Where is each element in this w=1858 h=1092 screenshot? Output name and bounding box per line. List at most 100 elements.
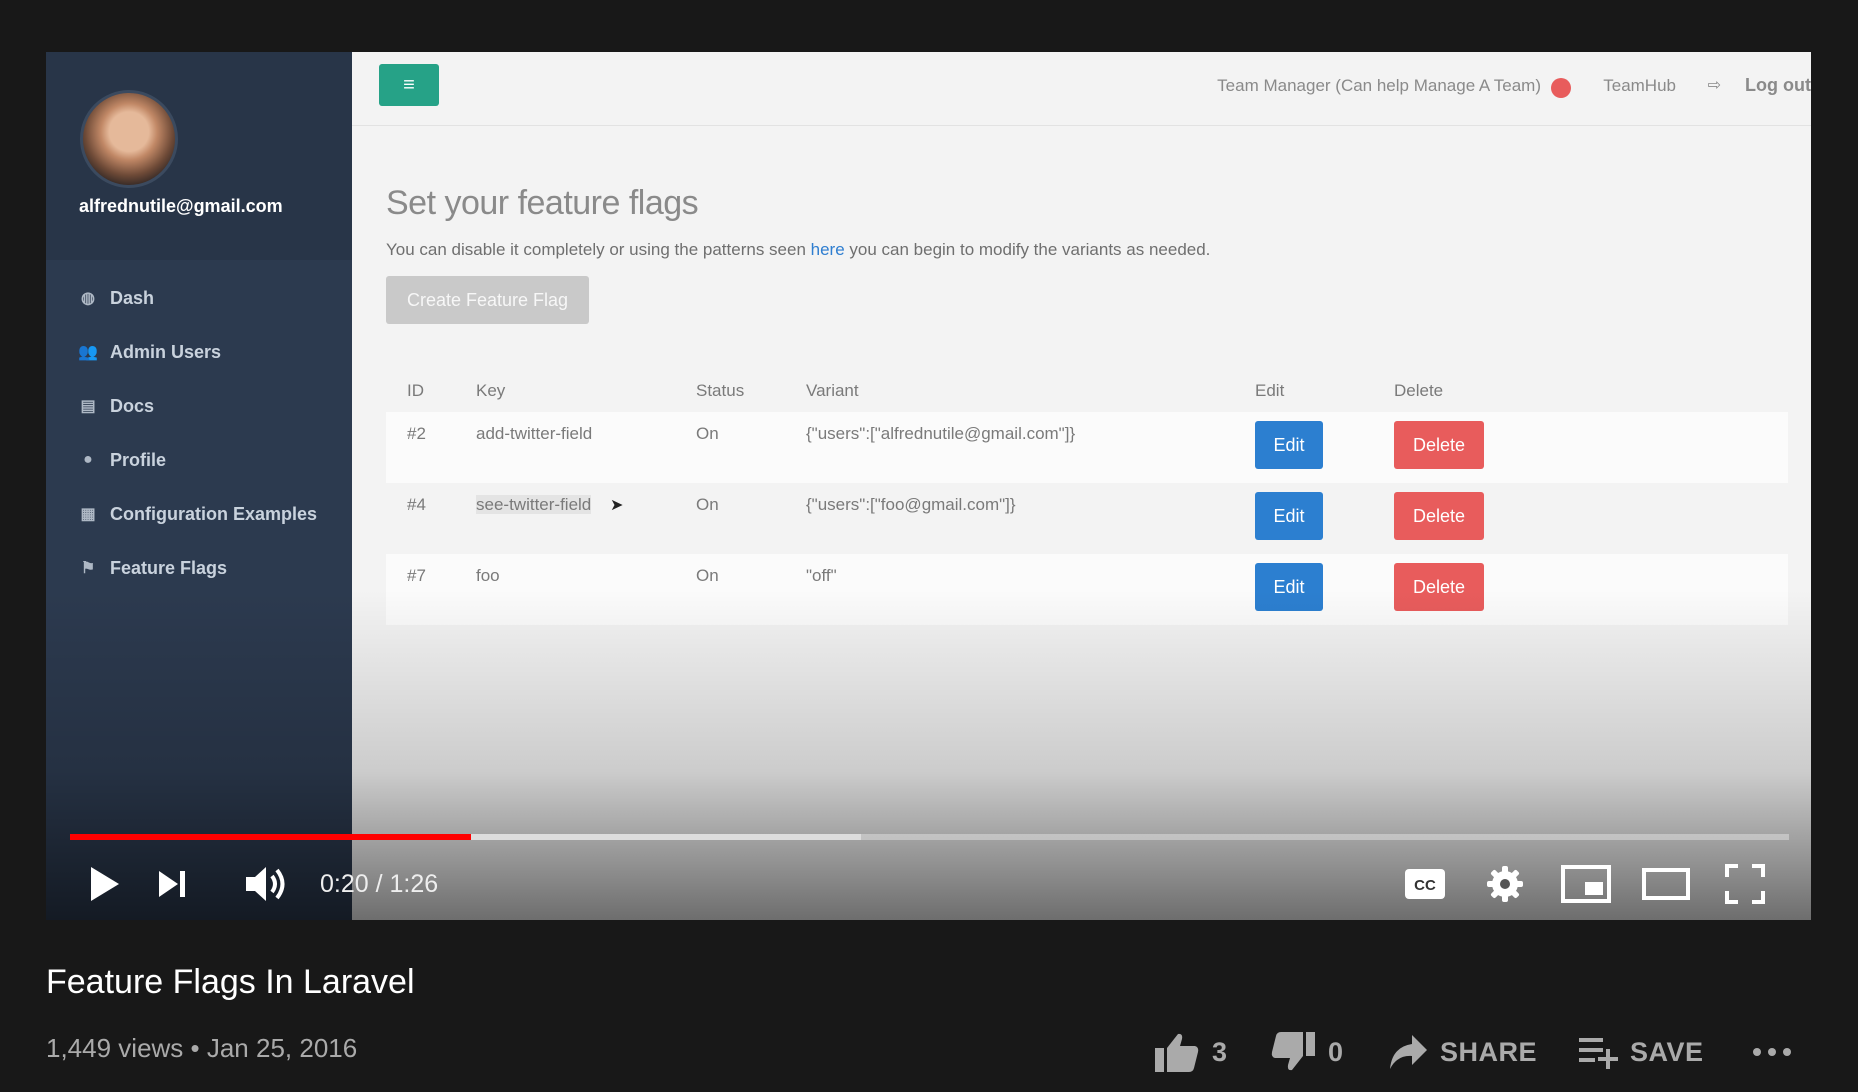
- delete-button[interactable]: Delete: [1394, 421, 1484, 469]
- settings-button[interactable]: [1481, 860, 1529, 908]
- mouse-cursor-icon: ➤: [610, 497, 624, 514]
- cell-key: foo: [476, 554, 696, 625]
- fullscreen-button[interactable]: [1722, 860, 1768, 908]
- cell-key: add-twitter-field: [476, 412, 696, 483]
- more-horizontal-icon: [1753, 1048, 1791, 1056]
- sidebar-item-profile[interactable]: ● Profile: [78, 440, 166, 480]
- user-role: Team Manager (Can help Manage A Team): [1217, 76, 1541, 95]
- gear-icon: [1487, 866, 1523, 902]
- column-header-status: Status: [696, 381, 745, 400]
- play-icon: [91, 867, 119, 901]
- miniplayer-icon: [1561, 865, 1611, 903]
- cell-status: On: [696, 554, 806, 625]
- cell-edit: Edit: [1255, 412, 1394, 483]
- selected-key-text: see-twitter-field: [476, 495, 592, 514]
- app-main: ≡ Team Manager (Can help Manage A Team) …: [352, 52, 1811, 920]
- more-actions-button[interactable]: [1752, 1030, 1792, 1074]
- delete-button[interactable]: Delete: [1394, 492, 1484, 540]
- cell-delete: Delete: [1394, 554, 1788, 625]
- video-title: Feature Flags In Laravel: [46, 963, 415, 1001]
- teamhub-link[interactable]: TeamHub: [1603, 76, 1676, 96]
- status-dot-icon: [1551, 78, 1571, 98]
- cell-id: #2: [386, 412, 476, 483]
- sidebar-item-label: Configuration Examples: [110, 503, 318, 524]
- column-header-key: Key: [476, 381, 506, 400]
- create-feature-flag-button[interactable]: Create Feature Flag: [386, 276, 589, 324]
- skip-next-icon: [159, 871, 185, 897]
- share-button[interactable]: SHARE: [1388, 1030, 1537, 1074]
- cell-variant: "off": [806, 554, 1255, 625]
- column-header-variant: Variant: [806, 381, 859, 400]
- cc-icon: CC: [1405, 869, 1445, 899]
- table-row: #2 add-twitter-field On {"users":["alfre…: [386, 412, 1788, 483]
- save-button[interactable]: SAVE: [1578, 1030, 1704, 1074]
- here-link[interactable]: here: [811, 240, 845, 259]
- flag-icon: ⚑: [80, 560, 96, 577]
- thumbs-up-icon: [1155, 1033, 1199, 1072]
- cell-edit: Edit: [1255, 554, 1394, 625]
- cell-delete: Delete: [1394, 483, 1788, 554]
- table-header-row: ID Key Status Variant Edit Delete: [386, 370, 1788, 412]
- cell-edit: Edit: [1255, 483, 1394, 554]
- like-button[interactable]: 3: [1154, 1030, 1228, 1074]
- dislike-count: 0: [1328, 1036, 1344, 1067]
- page-description: You can disable it completely or using t…: [386, 240, 1210, 260]
- cell-id: #7: [386, 554, 476, 625]
- miniplayer-button[interactable]: [1560, 860, 1612, 908]
- volume-icon: [246, 867, 285, 901]
- video-meta: 1,449 views • Jan 25, 2016: [46, 1033, 358, 1063]
- grid-icon: ▦: [80, 506, 96, 523]
- cell-id: #4: [407, 495, 426, 514]
- theater-mode-button[interactable]: [1640, 860, 1692, 908]
- played-bar: [70, 834, 471, 840]
- table-row: #7 foo On "off" Edit Delete: [386, 554, 1788, 625]
- desc-text-after: you can begin to modify the variants as …: [844, 240, 1211, 259]
- sidebar-item-label: Feature Flags: [110, 557, 228, 578]
- thumbs-down-icon: [1271, 1032, 1315, 1071]
- avatar: [80, 90, 178, 188]
- delete-button[interactable]: Delete: [1394, 563, 1484, 611]
- sidebar-item-feature-flags[interactable]: ⚑ Feature Flags: [78, 548, 227, 588]
- share-label: SHARE: [1440, 1036, 1538, 1067]
- fullscreen-icon: [1725, 864, 1765, 904]
- dashboard-icon: ◍: [81, 290, 95, 307]
- like-count: 3: [1212, 1036, 1228, 1067]
- video-player[interactable]: alfrednutile@gmail.com ◍ Dash 👥 Admin Us…: [46, 52, 1811, 920]
- time-display: 0:20 / 1:26: [320, 870, 439, 898]
- sidebar-item-label: Docs: [110, 395, 155, 416]
- sidebar-item-admin-users[interactable]: 👥 Admin Users: [78, 332, 221, 372]
- sidebar-item-configuration-examples[interactable]: ▦ Configuration Examples: [78, 494, 317, 534]
- sidebar-item-docs[interactable]: ▤ Docs: [78, 386, 154, 426]
- logout-link[interactable]: Log out: [1745, 75, 1811, 96]
- edit-button[interactable]: Edit: [1255, 563, 1323, 611]
- sidebar-item-label: Dash: [110, 287, 155, 308]
- sidebar-item-label: Admin Users: [110, 341, 222, 362]
- desc-text-before: You can disable it completely or using t…: [386, 240, 811, 259]
- dislike-button[interactable]: 0: [1270, 1030, 1344, 1074]
- captions-button[interactable]: CC: [1402, 860, 1448, 908]
- cell-status: On: [696, 495, 719, 514]
- app-sidebar: alfrednutile@gmail.com ◍ Dash 👥 Admin Us…: [46, 52, 352, 920]
- svg-text:CC: CC: [1414, 877, 1436, 894]
- column-header-id: ID: [407, 381, 424, 400]
- feature-flags-table: ID Key Status Variant Edit Delete #2 add…: [386, 370, 1788, 625]
- next-button[interactable]: [148, 860, 196, 908]
- play-button[interactable]: [80, 860, 128, 908]
- page-title: Set your feature flags: [386, 184, 699, 222]
- column-header-delete: Delete: [1394, 381, 1444, 400]
- edit-button[interactable]: Edit: [1255, 421, 1323, 469]
- volume-button[interactable]: [240, 860, 294, 908]
- sidebar-profile: alfrednutile@gmail.com: [46, 52, 352, 260]
- save-label: SAVE: [1630, 1036, 1704, 1067]
- menu-toggle-button[interactable]: ≡: [379, 64, 439, 106]
- seek-bar[interactable]: [70, 834, 1789, 840]
- user-email: alfrednutile@gmail.com: [79, 196, 283, 216]
- cell-status: On: [696, 412, 806, 483]
- app-topbar: ≡ Team Manager (Can help Manage A Team) …: [352, 52, 1811, 126]
- column-header-edit: Edit: [1255, 381, 1285, 400]
- hamburger-icon: ≡: [403, 73, 415, 96]
- user-icon: ●: [83, 451, 93, 468]
- edit-button[interactable]: Edit: [1255, 492, 1323, 540]
- cell-variant: {"users":["foo@gmail.com"]}: [806, 495, 1016, 514]
- sidebar-item-dash[interactable]: ◍ Dash: [78, 278, 154, 318]
